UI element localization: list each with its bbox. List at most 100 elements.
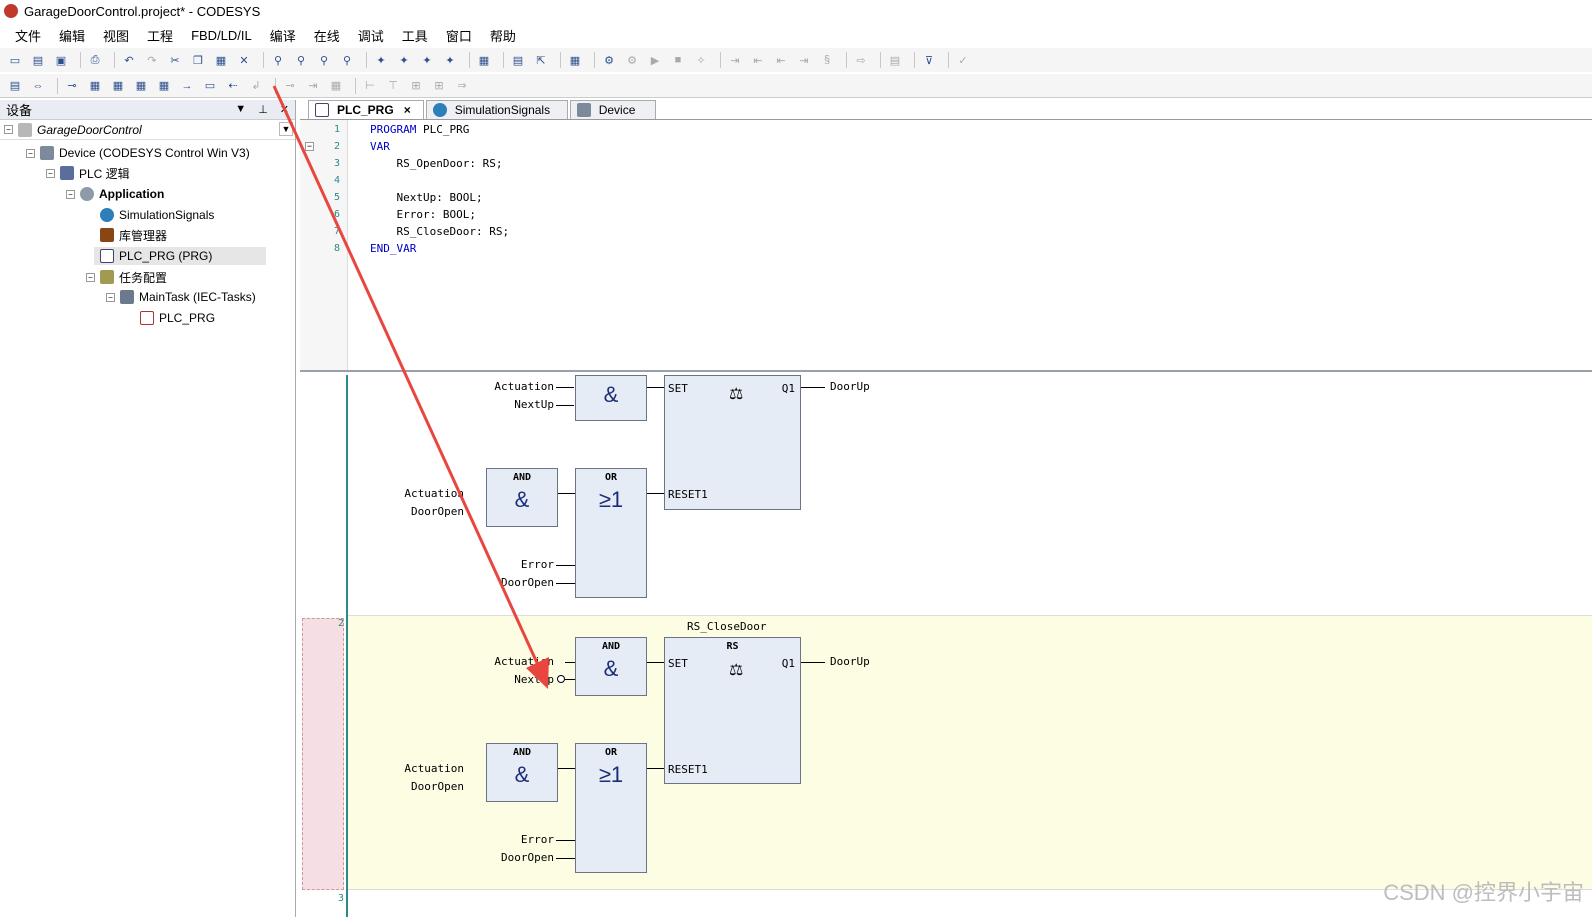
tree-item-device[interactable]: − Device (CODESYS Control Win V3) — [26, 144, 250, 162]
fbd-editor[interactable]: 2 3 Actuation NextUp & SET Q1 RESET1 ⚖ D… — [300, 375, 1592, 917]
network-icon[interactable]: ▤ — [6, 77, 24, 95]
insert-input-icon[interactable]: ⊸ — [281, 77, 299, 95]
pane-menu-icon[interactable]: ▼ — [235, 103, 246, 116]
input-variable[interactable]: NextUp — [470, 398, 554, 411]
input-variable[interactable]: Actuation — [470, 655, 554, 668]
cut-icon[interactable]: ✂ — [166, 51, 184, 69]
and-block[interactable]: AND & — [486, 468, 558, 527]
paste-icon[interactable]: ▦ — [212, 51, 230, 69]
fold-icon[interactable]: − — [305, 142, 314, 151]
menu-help[interactable]: 帮助 — [481, 26, 525, 45]
window-icon[interactable]: ▦ — [475, 51, 493, 69]
clean-icon[interactable]: ✦ — [441, 51, 459, 69]
tree-item-library-manager[interactable]: 库管理器 — [100, 226, 167, 244]
tab-device[interactable]: Device — [569, 100, 656, 119]
code-line[interactable]: RS_OpenDoor: RS; — [370, 157, 502, 170]
input-variable[interactable]: DoorOpen — [380, 505, 464, 518]
redo-icon[interactable]: ↷ — [143, 51, 161, 69]
menu-tools[interactable]: 工具 — [393, 26, 437, 45]
declaration-editor[interactable]: − 1 PROGRAM PLC_PRG 2 VAR 3 RS_OpenDoor: RS;… — [300, 120, 1592, 372]
tree-item-plc-logic[interactable]: − PLC 逻辑 — [46, 164, 130, 182]
code-line[interactable]: Error: BOOL; — [370, 208, 475, 221]
input-variable[interactable]: Error — [470, 833, 554, 846]
start-icon[interactable]: ▶ — [646, 51, 664, 69]
code-line[interactable]: VAR — [370, 140, 390, 153]
collapse-icon[interactable]: − — [46, 168, 55, 178]
insert-return-icon[interactable]: ⇠ — [224, 77, 242, 95]
insert-var-icon[interactable]: ⊸ — [63, 77, 81, 95]
coil-icon[interactable]: ⇒ — [453, 77, 471, 95]
and-block[interactable]: AND & — [575, 637, 647, 696]
contact-icon[interactable]: ⊞ — [430, 77, 448, 95]
replace-icon[interactable]: ⚲ — [292, 51, 310, 69]
output-variable[interactable]: DoorUp — [830, 380, 870, 393]
tree-item-maintask[interactable]: − MainTask (IEC-Tasks) — [106, 288, 256, 306]
collapse-icon[interactable]: − — [66, 189, 75, 199]
logout-icon[interactable]: ⚙ — [623, 51, 641, 69]
tree-item-project[interactable]: − GarageDoorControl — [4, 121, 142, 139]
collapse-icon[interactable]: − — [106, 292, 115, 302]
rebuild-icon[interactable]: ✦ — [395, 51, 413, 69]
collapse-icon[interactable]: − — [86, 272, 95, 282]
force-values-icon[interactable]: ▤ — [886, 51, 904, 69]
output-variable[interactable]: DoorUp — [830, 655, 870, 668]
tab-plc-prg[interactable]: PLC_PRG × — [308, 100, 424, 119]
print-icon[interactable]: ⎙ — [86, 51, 104, 69]
insert-box-en-icon[interactable]: ▦ — [109, 77, 127, 95]
menu-fbd[interactable]: FBD/LD/IL — [182, 28, 261, 43]
menu-build[interactable]: 编译 — [261, 26, 305, 45]
input-variable[interactable]: Actuation — [380, 762, 464, 775]
filter-icon[interactable]: ⊽ — [920, 51, 938, 69]
reset-icon[interactable]: ✧ — [692, 51, 710, 69]
device-icon[interactable]: ▤ — [509, 51, 527, 69]
export-icon[interactable]: ⇱ — [532, 51, 550, 69]
menu-file[interactable]: 文件 — [6, 26, 50, 45]
menu-edit[interactable]: 编辑 — [50, 26, 94, 45]
menu-online[interactable]: 在线 — [305, 26, 349, 45]
login-icon[interactable]: ⚙ — [600, 51, 618, 69]
breakpoint-icon[interactable]: § — [818, 51, 836, 69]
insert-label-icon[interactable]: ↲ — [247, 77, 265, 95]
new-icon[interactable]: ▭ — [6, 51, 24, 69]
find-all-icon[interactable]: ⚲ — [315, 51, 333, 69]
generate-code-icon[interactable]: ✦ — [418, 51, 436, 69]
menu-debug[interactable]: 调试 — [349, 26, 393, 45]
or-block[interactable]: OR ≥1 — [575, 743, 647, 873]
pin-icon[interactable]: ⊥ — [258, 103, 268, 116]
code-line[interactable]: PROGRAM PLC_PRG — [370, 123, 469, 136]
insert-assignment-icon[interactable]: → — [178, 77, 196, 95]
or-block[interactable]: OR ≥1 — [575, 468, 647, 598]
input-variable[interactable]: NextUp — [470, 673, 554, 686]
code-line[interactable]: NextUp: BOOL; — [370, 191, 482, 204]
insert-box-icon[interactable]: ▦ — [86, 77, 104, 95]
find-icon[interactable]: ⚲ — [269, 51, 287, 69]
copy-icon[interactable]: ❐ — [189, 51, 207, 69]
negation-icon[interactable] — [557, 675, 565, 683]
tree-item-simulation-signals[interactable]: SimulationSignals — [100, 206, 214, 224]
code-line[interactable]: RS_CloseDoor: RS; — [370, 225, 509, 238]
tab-simulation-signals[interactable]: SimulationSignals — [425, 100, 568, 119]
undo-icon[interactable]: ↶ — [120, 51, 138, 69]
input-variable[interactable]: DoorOpen — [380, 780, 464, 793]
arrow-right-icon[interactable]: ⇨ — [852, 51, 870, 69]
tree-item-plc-prg[interactable]: PLC_PRG (PRG) — [94, 247, 266, 265]
calendar-icon[interactable]: ▦ — [566, 51, 584, 69]
parallel-branch-icon[interactable]: ⊞ — [407, 77, 425, 95]
tab-close-icon[interactable]: × — [404, 103, 411, 117]
input-variable[interactable]: Actuation — [380, 487, 464, 500]
set-branch-icon[interactable]: ⊢ — [361, 77, 379, 95]
open-icon[interactable]: ▤ — [29, 51, 47, 69]
insert-box-assign-icon[interactable]: ▦ — [132, 77, 150, 95]
and-block[interactable]: AND & — [486, 743, 558, 802]
tree-item-task-config[interactable]: − 任务配置 — [86, 268, 167, 286]
tree-item-plc-prg-call[interactable]: PLC_PRG — [140, 309, 215, 327]
build-icon[interactable]: ✦ — [372, 51, 390, 69]
tree-item-application[interactable]: − Application — [66, 185, 164, 203]
rs-block[interactable]: SET Q1 RESET1 ⚖ — [664, 375, 801, 510]
input-variable[interactable]: DoorOpen — [470, 851, 554, 864]
stop-icon[interactable]: ■ — [669, 51, 687, 69]
save-icon[interactable]: ▣ — [52, 51, 70, 69]
check-icon[interactable]: ✓ — [954, 51, 972, 69]
insert-output-icon[interactable]: ⇥ — [304, 77, 322, 95]
network-after-icon[interactable]: ⇔ — [29, 77, 47, 95]
